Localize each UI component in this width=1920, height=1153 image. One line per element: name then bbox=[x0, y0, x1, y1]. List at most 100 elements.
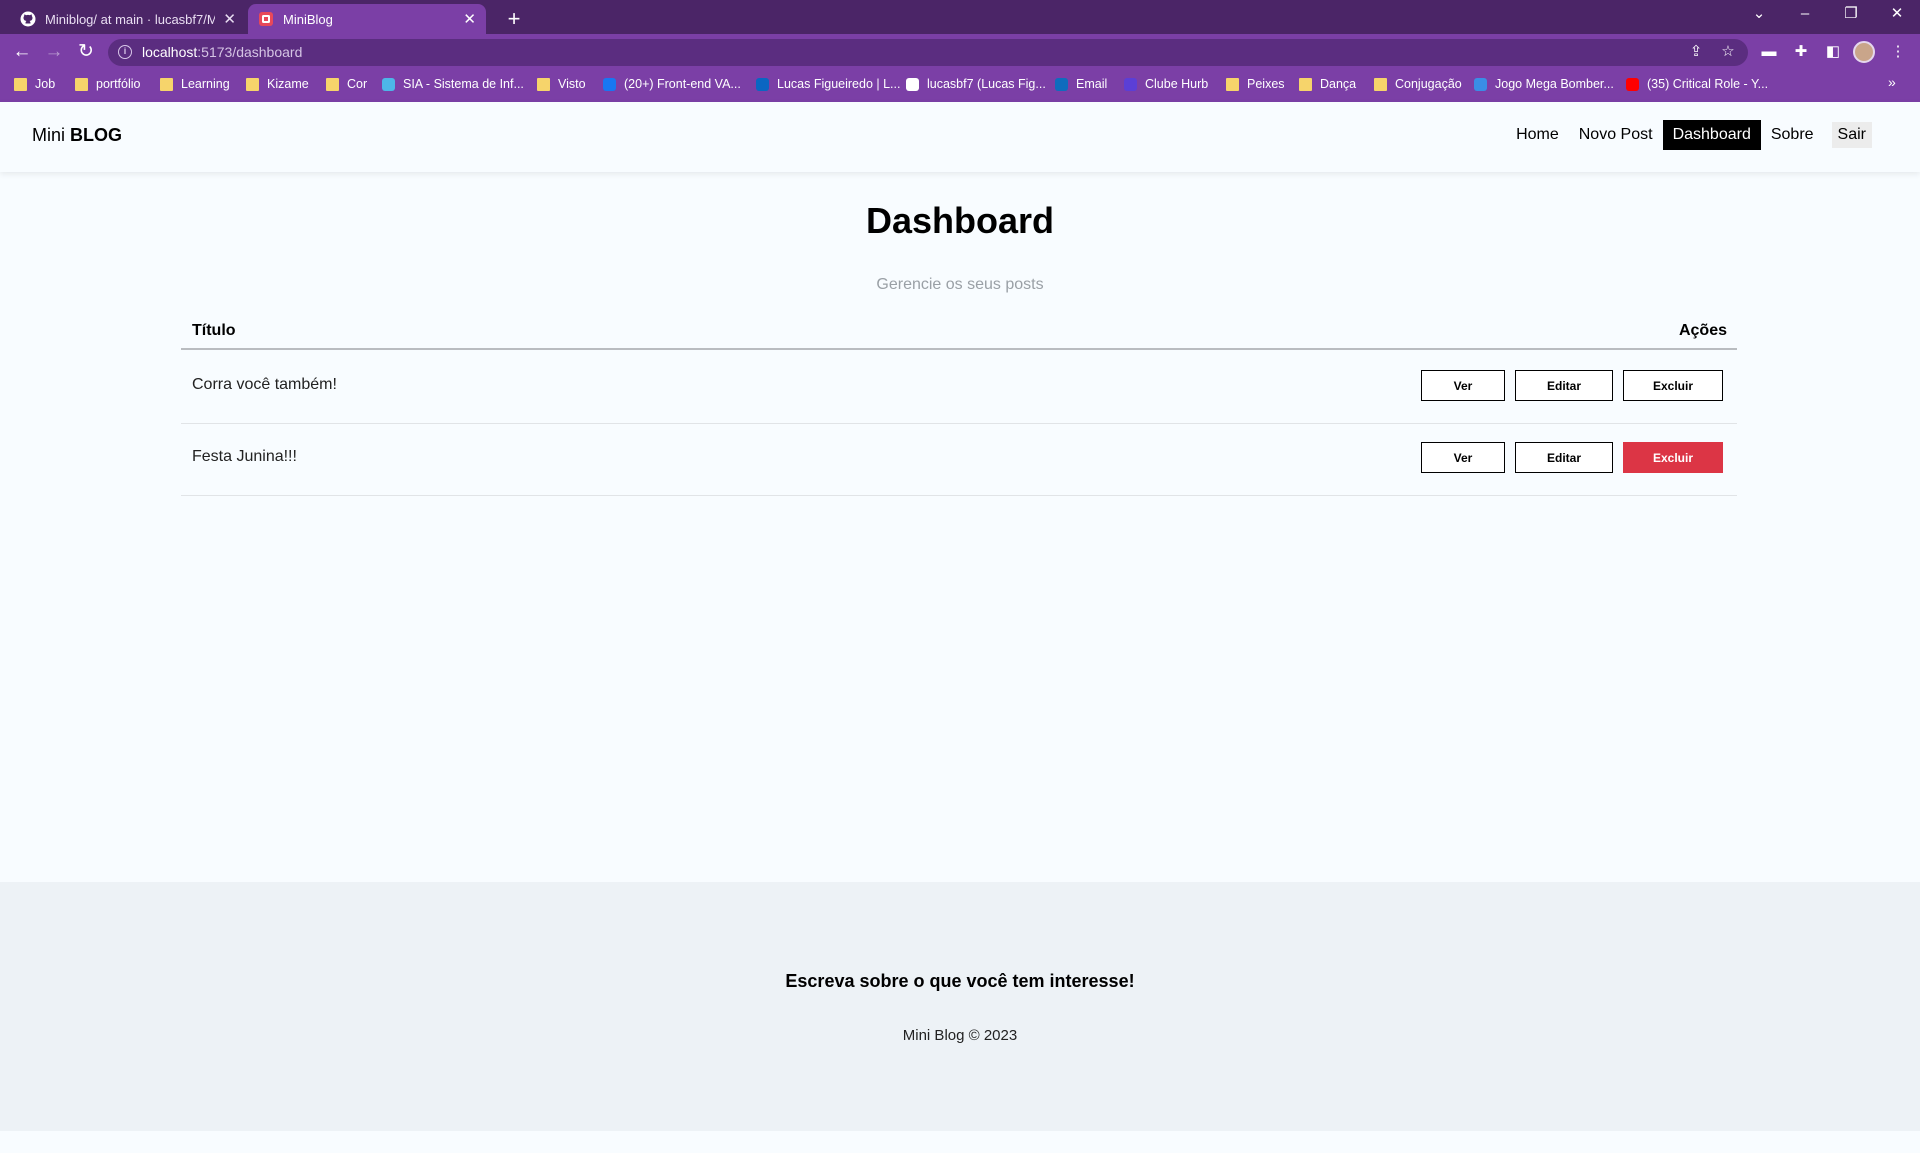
bookmark-item[interactable]: Jogo Mega Bomber... bbox=[1474, 70, 1614, 98]
bookmark-item[interactable]: (20+) Front-end VA... bbox=[603, 70, 741, 98]
minimize-icon[interactable]: – bbox=[1782, 0, 1828, 30]
bookmark-label: Learning bbox=[181, 77, 230, 91]
table-row: Festa Junina!!! Ver Editar Excluir bbox=[181, 424, 1737, 496]
star-icon[interactable]: ☆ bbox=[1716, 40, 1740, 64]
posts-table-header: Título Ações bbox=[181, 320, 1737, 350]
site-favicon-icon bbox=[603, 77, 616, 91]
bookmark-label: Cor bbox=[347, 77, 368, 91]
brand-logo[interactable]: Mini BLOG bbox=[32, 125, 122, 146]
tab-miniblog[interactable]: MiniBlog ✕ bbox=[248, 4, 486, 34]
nav-about[interactable]: Sobre bbox=[1761, 120, 1824, 150]
page-title: Dashboard bbox=[865, 200, 1055, 241]
footer-copyright: Mini Blog © 2023 bbox=[902, 1027, 1018, 1044]
folder-icon bbox=[1299, 77, 1312, 91]
bookmark-item[interactable]: lucasbf7 (Lucas Fig... bbox=[906, 70, 1046, 98]
close-window-icon[interactable]: ✕ bbox=[1874, 0, 1920, 30]
restore-icon[interactable]: ❐ bbox=[1828, 0, 1874, 30]
extensions-icon[interactable]: ✚ bbox=[1789, 40, 1813, 64]
bookmark-item[interactable]: Peixes bbox=[1226, 70, 1285, 98]
address-bar[interactable]: i localhost:5173/dashboard bbox=[108, 39, 1748, 66]
row-actions: Ver Editar Excluir bbox=[1411, 370, 1723, 401]
view-button[interactable]: Ver bbox=[1421, 442, 1505, 473]
site-favicon-icon bbox=[906, 77, 919, 91]
nav-home[interactable]: Home bbox=[1506, 120, 1569, 150]
bookmark-label: SIA - Sistema de Inf... bbox=[403, 77, 524, 91]
bookmark-label: Conjugação bbox=[1395, 77, 1462, 91]
new-tab-button[interactable]: + bbox=[500, 5, 528, 33]
nav-dashboard[interactable]: Dashboard bbox=[1662, 120, 1761, 150]
bookmark-item[interactable]: Conjugação bbox=[1374, 70, 1462, 98]
bookmark-item[interactable]: Lucas Figueiredo | L... bbox=[756, 70, 900, 98]
brand-bold: BLOG bbox=[70, 125, 123, 145]
tab-github[interactable]: Miniblog/ at main · lucasbf7/Min ✕ bbox=[10, 4, 246, 34]
folder-icon bbox=[1226, 77, 1239, 91]
share-icon[interactable]: ⇪ bbox=[1684, 40, 1708, 64]
bookmark-label: Peixes bbox=[1247, 77, 1285, 91]
menu-icon[interactable]: ⋮ bbox=[1886, 40, 1910, 64]
bookmark-item[interactable]: Clube Hurb bbox=[1124, 70, 1208, 98]
site-info-icon[interactable]: i bbox=[118, 45, 132, 59]
bookmark-item[interactable]: Dança bbox=[1299, 70, 1356, 98]
bookmark-label: (20+) Front-end VA... bbox=[624, 77, 741, 91]
bookmark-item[interactable]: Visto bbox=[537, 70, 586, 98]
bookmark-label: Job bbox=[35, 77, 56, 91]
miniblog-icon bbox=[259, 12, 273, 26]
table-row: Corra você também! Ver Editar Excluir bbox=[181, 352, 1737, 424]
folder-icon bbox=[14, 77, 27, 91]
logout-button[interactable]: Sair bbox=[1831, 122, 1872, 148]
bookmark-label: Lucas Figueiredo | L... bbox=[777, 77, 901, 91]
bookmark-label: portfólio bbox=[96, 77, 141, 91]
dashboard-main: Dashboard Gerencie os seus posts Título … bbox=[0, 172, 1920, 882]
page-subtitle: Gerencie os seus posts bbox=[876, 276, 1044, 293]
bookmark-item[interactable]: portfólio bbox=[75, 70, 140, 98]
delete-button[interactable]: Excluir bbox=[1623, 442, 1723, 473]
forward-icon[interactable]: → bbox=[40, 38, 68, 66]
bookmark-label: (35) Critical Role - Y... bbox=[1647, 77, 1769, 91]
tab-title: MiniBlog bbox=[283, 11, 333, 27]
edit-button[interactable]: Editar bbox=[1515, 370, 1613, 401]
site-favicon-icon bbox=[382, 77, 395, 91]
delete-button[interactable]: Excluir bbox=[1623, 370, 1723, 401]
url-path: :5173/dashboard bbox=[197, 44, 303, 60]
close-icon[interactable]: ✕ bbox=[463, 12, 476, 27]
bookmark-item[interactable]: (35) Critical Role - Y... bbox=[1626, 70, 1768, 98]
view-button[interactable]: Ver bbox=[1421, 370, 1505, 401]
avatar[interactable] bbox=[1853, 41, 1875, 63]
footer-tagline: Escreva sobre o que você tem interesse! bbox=[785, 971, 1135, 991]
nav-new-post[interactable]: Novo Post bbox=[1569, 120, 1663, 150]
url-text: localhost:5173/dashboard bbox=[142, 39, 302, 66]
site-favicon-icon bbox=[756, 77, 769, 91]
close-icon[interactable]: ✕ bbox=[223, 12, 236, 27]
reload-icon[interactable]: ↻ bbox=[72, 38, 100, 66]
edit-button[interactable]: Editar bbox=[1515, 442, 1613, 473]
github-icon bbox=[20, 11, 36, 27]
bookmark-item[interactable]: Email bbox=[1055, 70, 1107, 98]
folder-icon bbox=[246, 77, 259, 91]
bookmarks-bar: Job portfólio Learning Kizame Cor SIA - Siste… bbox=[0, 70, 1920, 102]
bookmark-label: Visto bbox=[558, 77, 586, 91]
site-favicon-icon bbox=[1626, 77, 1639, 91]
more-bookmarks-icon[interactable]: » bbox=[1888, 74, 1896, 90]
bookmark-item[interactable]: Job bbox=[14, 70, 55, 98]
bookmark-item[interactable]: Cor bbox=[326, 70, 367, 98]
site-favicon-icon bbox=[1055, 77, 1068, 91]
side-panel-icon[interactable]: ◧ bbox=[1821, 40, 1845, 64]
bookmark-label: Clube Hurb bbox=[1145, 77, 1209, 91]
site-favicon-icon bbox=[1474, 77, 1487, 91]
tab-title: Miniblog/ at main · lucasbf7/Min bbox=[45, 11, 216, 27]
post-title: Festa Junina!!! bbox=[192, 448, 297, 465]
nav-links: Home Novo Post Dashboard Sobre Sair bbox=[1506, 120, 1872, 150]
site-favicon-icon bbox=[1124, 77, 1137, 91]
tab-search-icon[interactable]: ⌄ bbox=[1736, 0, 1782, 30]
back-icon[interactable]: ← bbox=[8, 38, 36, 66]
url-host: localhost bbox=[142, 44, 198, 60]
bookmark-item[interactable]: SIA - Sistema de Inf... bbox=[382, 70, 524, 98]
folder-icon bbox=[1374, 77, 1387, 91]
bookmark-label: lucasbf7 (Lucas Fig... bbox=[927, 77, 1046, 91]
bookmark-item[interactable]: Learning bbox=[160, 70, 230, 98]
password-icon[interactable]: ▬ bbox=[1757, 40, 1781, 64]
bookmark-label: Kizame bbox=[267, 77, 309, 91]
bookmark-item[interactable]: Kizame bbox=[246, 70, 309, 98]
post-title: Corra você também! bbox=[192, 376, 337, 393]
folder-icon bbox=[160, 77, 173, 91]
